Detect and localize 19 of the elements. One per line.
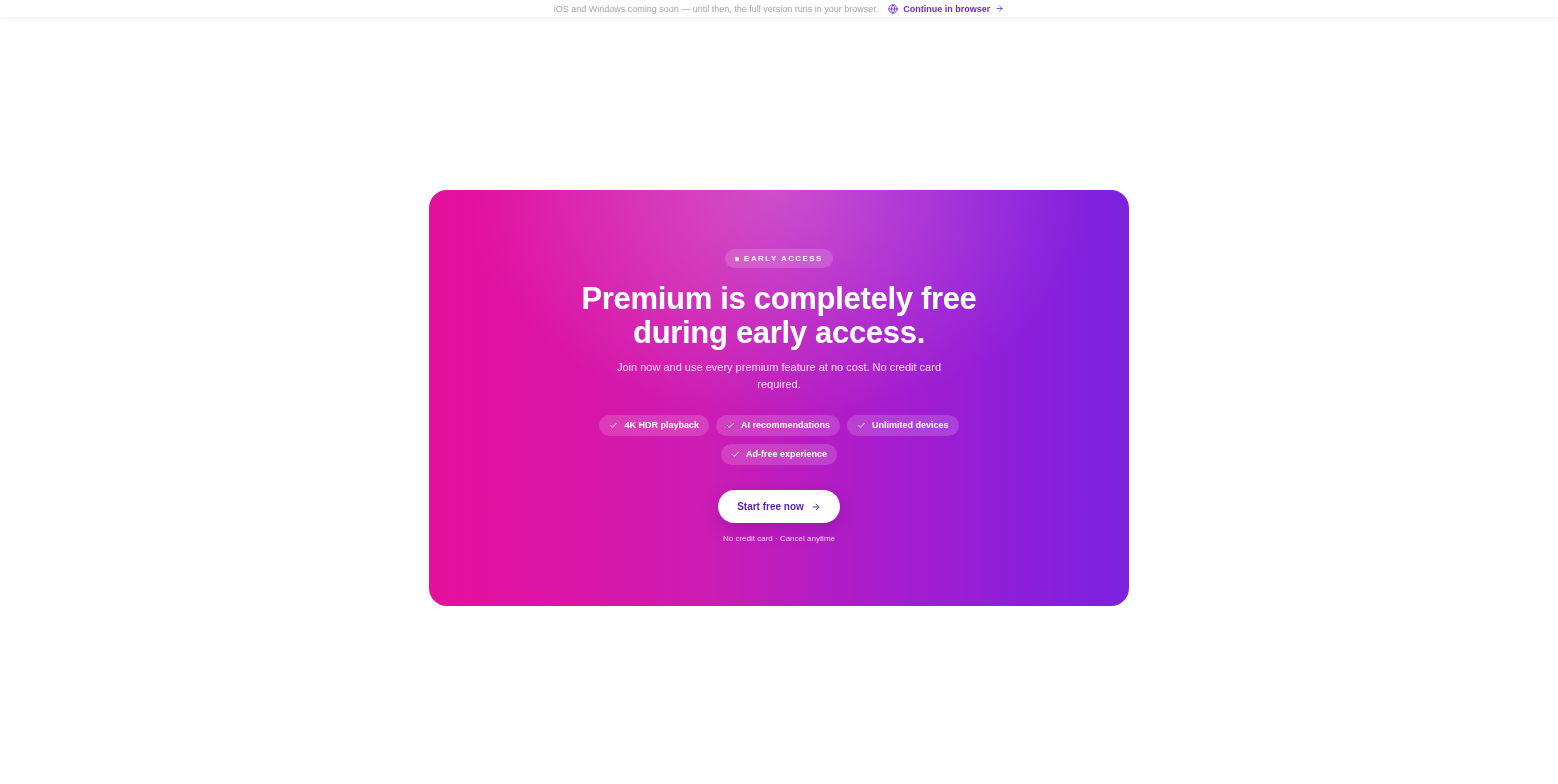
globe-icon <box>888 3 899 14</box>
feature-text: Ad-free experience <box>745 449 827 460</box>
arrow-right-icon <box>810 501 821 512</box>
arrow-right-icon <box>995 4 1005 13</box>
promo-heading: Premium is completely free during early access. <box>580 282 978 350</box>
start-free-button[interactable]: Start free now <box>718 490 840 523</box>
check-icon <box>726 421 735 430</box>
feature-text: Unlimited devices <box>872 420 949 431</box>
footnote-text: No credit card · Cancel anytime <box>722 533 835 545</box>
feature-text: AI recommendations <box>741 420 830 431</box>
notice-text: iOS and Windows coming soon — until then, the full version runs in your browser. <box>553 2 879 15</box>
check-icon <box>857 421 866 430</box>
bullet-icon <box>735 256 740 261</box>
feature-text: 4K HDR playback <box>624 420 699 431</box>
badge-text: EARLY ACCESS <box>744 253 823 264</box>
check-icon <box>730 450 740 459</box>
check-icon <box>609 421 619 430</box>
promo-subtitle: Join now and use every premium feature at no cost. No credit card required. <box>615 360 943 392</box>
continue-in-browser-link[interactable]: Continue in browser <box>888 2 1005 15</box>
